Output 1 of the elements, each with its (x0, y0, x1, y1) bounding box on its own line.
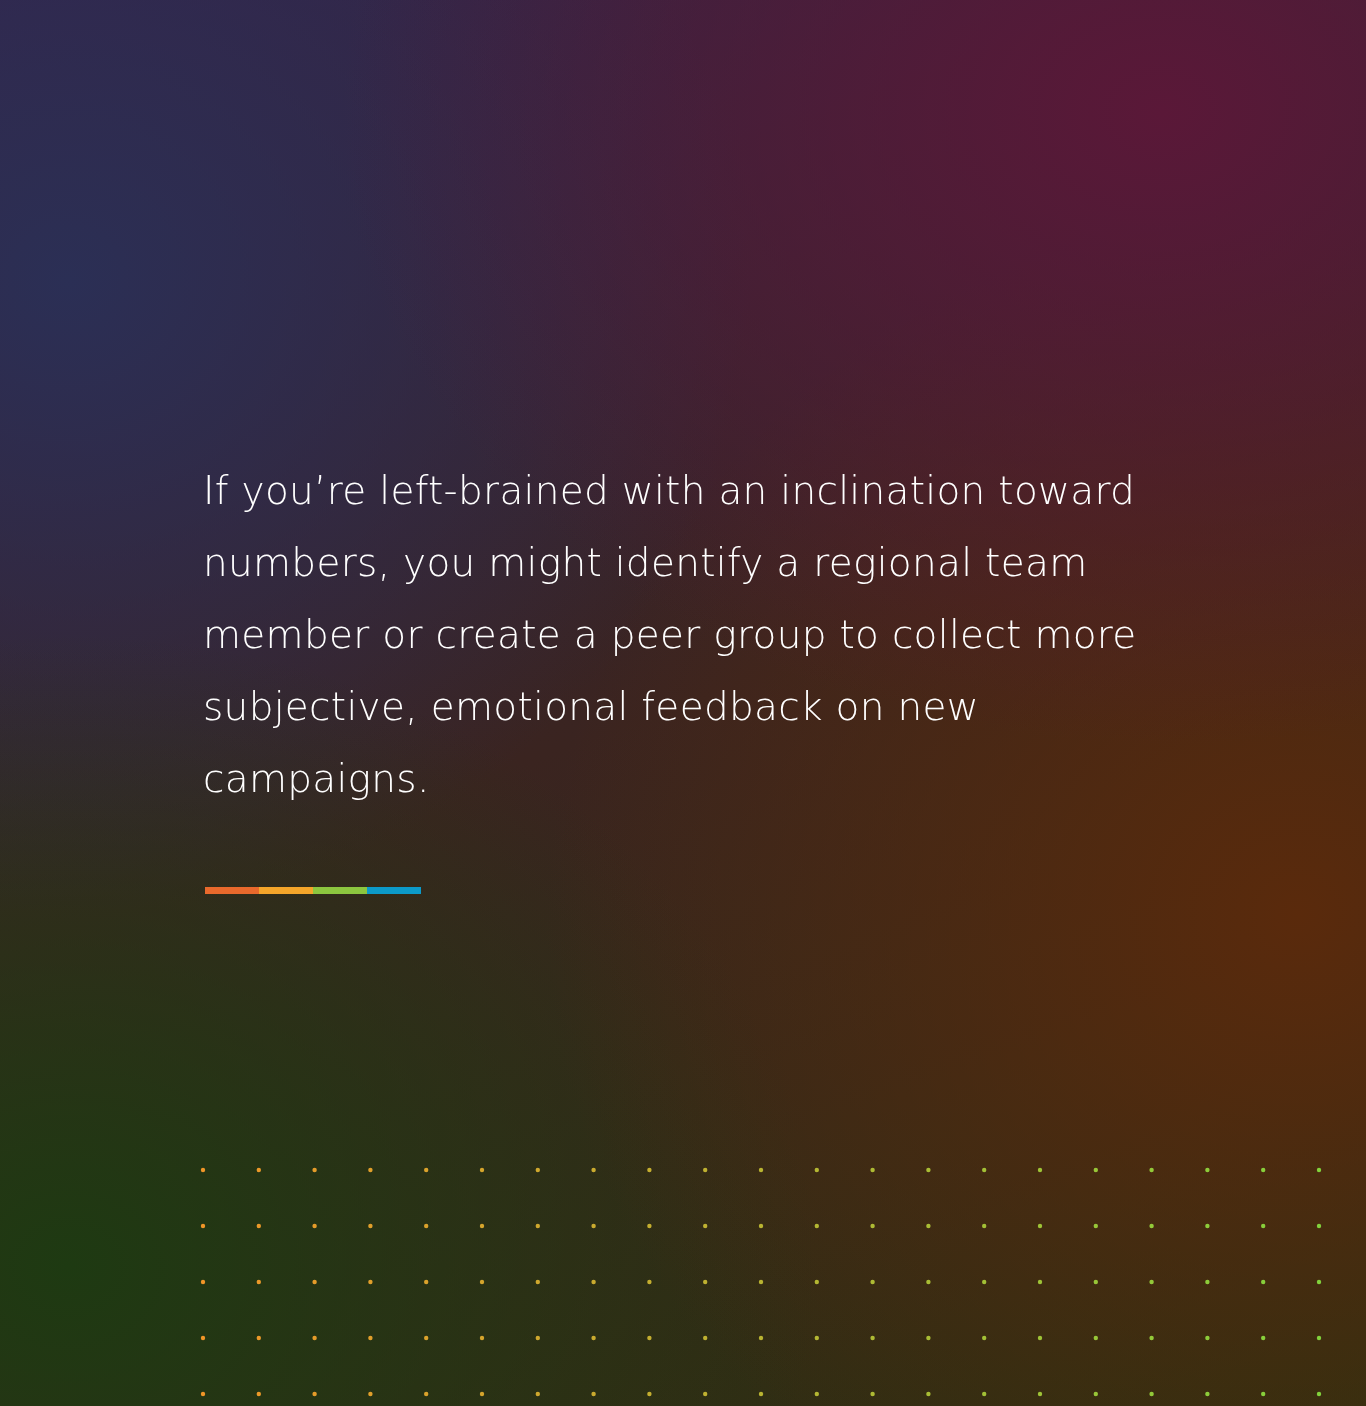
quote-text: If you’re left-brained with an inclination toward numbers, you might identify a regional team member or create a peer group to collect more subjective, emotional feedback on new campaigns. (203, 467, 1138, 803)
